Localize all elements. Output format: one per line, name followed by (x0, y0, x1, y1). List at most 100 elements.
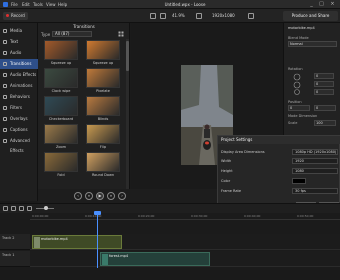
transition-thumbnail[interactable] (44, 124, 78, 144)
hand-tool-icon[interactable] (160, 13, 166, 19)
width-field[interactable]: 1920 (292, 158, 338, 164)
copy-icon[interactable] (27, 206, 32, 211)
sidebar-item-audio-recorder[interactable]: Audio Recorder (0, 48, 38, 65)
color-label: Color (221, 179, 231, 183)
rotation-z-field[interactable]: 0 (314, 89, 334, 95)
sidebar-item-filters[interactable]: Filters (0, 103, 38, 113)
transition-thumbnail[interactable] (44, 68, 78, 88)
menu-edit[interactable]: Edit (22, 2, 30, 7)
frame-rate-dropdown[interactable]: 30 fps (292, 188, 338, 194)
resolution-dropdown[interactable]: 1920x1080 (212, 13, 235, 18)
scale-field[interactable]: 100 (314, 120, 336, 126)
menu-file[interactable]: File (11, 2, 18, 7)
transition-thumbnail[interactable] (86, 152, 120, 172)
transition-label: Flip (99, 145, 107, 149)
step-back-button[interactable]: « (85, 192, 93, 200)
sidebar-item-transitions[interactable]: Transitions (0, 59, 38, 69)
rotation-y-field[interactable]: 0 (314, 81, 334, 87)
transition-thumbnail[interactable] (86, 68, 120, 88)
type-dropdown[interactable]: All (87) (52, 31, 92, 37)
sidebar-item-behaviors[interactable]: Behaviors (0, 92, 38, 102)
sidebar-item-animations[interactable]: Animations (0, 81, 38, 91)
animations-icon (3, 84, 7, 88)
transition-thumbnail[interactable] (86, 40, 120, 60)
display-dimensions-dropdown[interactable]: 1080p HD (1920x1080) (292, 149, 338, 155)
menu-tools[interactable]: Tools (33, 2, 43, 7)
zoom-dropdown[interactable]: 41.9% (172, 13, 185, 18)
height-label: Height (221, 169, 233, 173)
tools-sidebar: Media Text Audio Recorder Transitions Au… (0, 23, 38, 201)
timeline-clip[interactable]: motorbike.mp4 (32, 235, 122, 249)
close-button[interactable]: × (329, 1, 336, 7)
timeline-ruler[interactable]: 0:00:00;00 0:00:10;00 0:00:20;00 0:00:30… (30, 213, 340, 220)
menu-view[interactable]: View (46, 2, 56, 7)
captions-icon (3, 128, 7, 132)
microphone-icon (3, 51, 7, 55)
clip-thumbnail (34, 237, 40, 248)
scrollbar-thumb[interactable] (126, 41, 129, 71)
undo-icon[interactable] (3, 206, 8, 211)
produce-and-share-button[interactable]: Produce and Share (283, 11, 338, 21)
maximize-button[interactable]: □ (318, 1, 325, 7)
grid-view-icon[interactable] (118, 31, 124, 37)
color-swatch[interactable] (292, 178, 306, 184)
track-2-header[interactable]: Track 2 (0, 234, 30, 250)
transitions-icon (3, 62, 7, 66)
track-name: Track 2 (2, 236, 15, 240)
app-logo-icon (3, 2, 8, 7)
transition-label: Fold (57, 173, 65, 177)
transition-label: Pixelate (96, 89, 110, 93)
transition-thumbnail[interactable] (86, 124, 120, 144)
transition-thumbnail[interactable] (86, 96, 120, 116)
crop-tool-icon[interactable] (196, 13, 202, 19)
minimize-button[interactable]: _ (308, 1, 315, 7)
position-y-field[interactable]: 0 (314, 105, 336, 111)
ruler-tick: 0:00:50;00 (297, 214, 314, 218)
fullscreen-icon[interactable] (248, 13, 254, 19)
mode-dimension-label: Mode Dimension (288, 114, 318, 118)
audio-effects-icon (3, 73, 7, 77)
redo-icon[interactable] (11, 206, 16, 211)
type-label: Type (41, 32, 51, 37)
transition-thumbnail[interactable] (44, 96, 78, 116)
position-label: Position (288, 100, 302, 104)
transition-thumbnail[interactable] (44, 152, 78, 172)
pointer-tool-icon[interactable] (150, 13, 156, 19)
sidebar-item-overlays[interactable]: Overlays (0, 114, 38, 124)
sidebar-item-audio-effects[interactable]: Audio Effects (0, 70, 38, 80)
height-field[interactable]: 1080 (292, 168, 338, 174)
cut-icon[interactable] (19, 206, 24, 211)
title-bar: File Edit Tools View Help Untitled.wpx -… (0, 0, 340, 9)
track-1-lane[interactable]: forest.mp4 (30, 251, 340, 267)
record-button[interactable]: Record (3, 12, 28, 20)
next-frame-button[interactable]: › (118, 192, 126, 200)
previous-frame-button[interactable]: ‹ (74, 192, 82, 200)
rotation-x-field[interactable]: 0 (314, 73, 334, 79)
ruler-tick: 0:00:20;00 (138, 214, 155, 218)
track-1-header[interactable]: Track 1 (0, 251, 30, 267)
rotation-label: Rotation (288, 67, 303, 71)
step-forward-button[interactable]: » (107, 192, 115, 200)
sidebar-item-captions[interactable]: Captions (0, 125, 38, 135)
blend-mode-dropdown[interactable]: Normal (288, 41, 337, 47)
playhead-handle[interactable] (94, 211, 101, 215)
play-button[interactable]: ▶ (96, 192, 104, 200)
playhead[interactable] (97, 212, 98, 268)
ruler-tick: 0:00:30;00 (191, 214, 208, 218)
sidebar-item-text[interactable]: Text (0, 37, 38, 47)
transition-thumbnail[interactable] (44, 40, 78, 60)
rotation-dial-icon[interactable] (290, 73, 310, 95)
timeline-scrollbar[interactable] (0, 270, 340, 280)
zoom-slider-handle[interactable] (44, 206, 48, 210)
sidebar-item-media[interactable]: Media (0, 26, 38, 36)
position-x-field[interactable]: 0 (288, 105, 310, 111)
frame-rate-label: Frame Rate (221, 189, 242, 193)
record-label: Record (11, 13, 25, 18)
transition-label: Round Down (91, 173, 115, 177)
menu-help[interactable]: Help (58, 2, 67, 7)
track-2-lane[interactable]: motorbike.mp4 (30, 234, 340, 250)
sidebar-item-advanced-effects[interactable]: Advanced Effects (0, 136, 38, 153)
timeline-clip[interactable]: forest.mp4 (100, 252, 210, 266)
project-settings-dialog: Project Settings Display Area Dimensions… (217, 135, 340, 210)
overlays-icon (3, 117, 7, 121)
